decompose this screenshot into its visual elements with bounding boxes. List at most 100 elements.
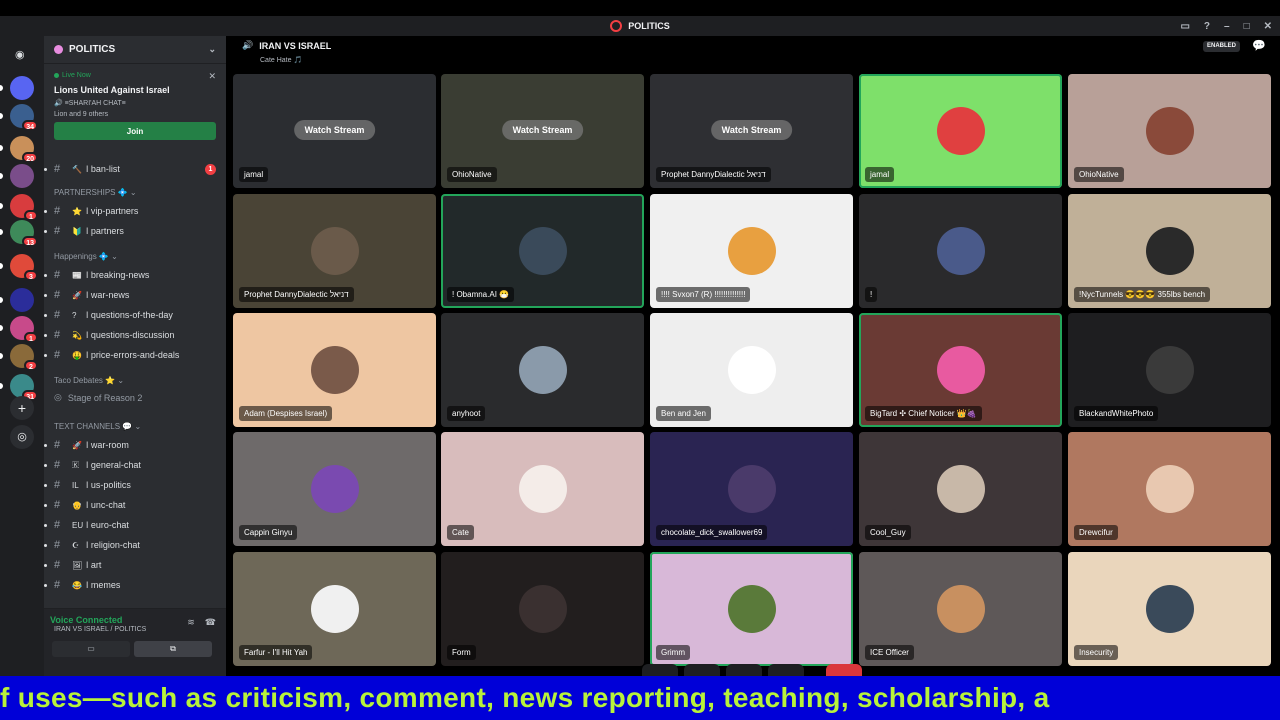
screen-share-button[interactable]: ⧉ [134, 641, 212, 657]
channel-category[interactable]: Taco Debates ⭐ ⌄ [54, 376, 124, 385]
participant-tile[interactable]: Grimm [650, 552, 853, 666]
server-icon-12[interactable]: 31 [10, 374, 38, 401]
watch-stream-button[interactable]: Watch Stream [501, 120, 584, 140]
channel-emoji: 💫 [72, 330, 82, 340]
participant-tile[interactable]: OhioNative [1068, 74, 1271, 188]
channel-euro-chat[interactable]: # EU ǀ euro-chat [44, 516, 226, 534]
participant-tile[interactable]: Prophet DannyDialectic דניאל [233, 194, 436, 308]
participant-tile[interactable]: Form [441, 552, 644, 666]
channel-religion-chat[interactable]: # ☪ ǀ religion-chat [44, 536, 226, 554]
participant-tile[interactable]: !!!! Svxon7 (R) !!!!!!!!!!!!!! [650, 194, 853, 308]
channel-emoji: 🤑 [72, 350, 82, 360]
participant-tile[interactable]: anyhoot [441, 313, 644, 427]
channel-emoji: 🖼 [72, 560, 83, 570]
mic-button[interactable] [642, 664, 678, 676]
participant-tile[interactable]: ICE Officer [859, 552, 1062, 666]
channel-breaking-news[interactable]: # 📰 ǀ breaking-news [44, 266, 226, 284]
channel-memes[interactable]: # 😂 ǀ memes [44, 576, 226, 594]
participant-tile[interactable]: chocolate_dick_swallower69 [650, 432, 853, 546]
minimize-button[interactable]: – [1224, 21, 1230, 32]
enabled-badge[interactable]: ENABLED [1202, 41, 1240, 52]
hashtag-icon: # [54, 539, 61, 551]
share-button[interactable] [726, 664, 762, 676]
participant-tile[interactable]: Watch Stream jamal [233, 74, 436, 188]
chat-icon[interactable]: 💬 [1252, 39, 1266, 52]
participant-name: anyhoot [447, 406, 486, 421]
close-window-button[interactable]: ✕ [1264, 21, 1272, 32]
camera-button[interactable] [684, 664, 720, 676]
participant-tile[interactable]: BlackandWhitePhoto [1068, 313, 1271, 427]
channel-category[interactable]: TEXT CHANNELS 💬 ⌄ [54, 422, 141, 431]
server-icon-7[interactable]: 13 [10, 220, 38, 247]
participant-tile[interactable]: !NycTunnels 😎😎😎 355lbs bench [1068, 194, 1271, 308]
participant-tile[interactable]: Watch Stream OhioNative [441, 74, 644, 188]
unread-dot [44, 483, 47, 487]
participant-name: Adam (Despises Israel) [239, 406, 333, 421]
server-icon-5[interactable] [10, 164, 34, 188]
participant-tile[interactable]: Insecurity [1068, 552, 1271, 666]
participant-tile[interactable]: Farfur - I'll Hit Yah [233, 552, 436, 666]
server-icon-2[interactable] [10, 76, 34, 100]
participant-tile[interactable]: Watch Stream Prophet DannyDialectic דניאל [650, 74, 853, 188]
disconnect-icon[interactable]: ☎ [205, 617, 216, 628]
channel-partners[interactable]: # 🔰 ǀ partners [44, 222, 226, 240]
channel-war-room[interactable]: # 🚀 ǀ war-room [44, 436, 226, 454]
server-icon-9[interactable] [10, 288, 34, 312]
avatar [936, 227, 985, 275]
server-icon-4[interactable]: 20 [10, 136, 38, 163]
watch-stream-button[interactable]: Watch Stream [710, 120, 793, 140]
video-button[interactable]: ▭ [52, 641, 130, 657]
participant-tile[interactable]: jamal [859, 74, 1062, 188]
server-icon-1[interactable]: ◉ [10, 44, 34, 68]
participant-name: !NycTunnels 😎😎😎 355lbs bench [1074, 287, 1211, 302]
add-server-icon[interactable]: + [10, 396, 34, 420]
maximize-button[interactable]: □ [1244, 21, 1250, 32]
explore-icon[interactable]: ◎ [10, 425, 34, 449]
live-event-card: Live Now ✕ Lions United Against Israel 🔊… [50, 68, 220, 146]
participant-tile[interactable]: ! Obamna.AI 😷 [441, 194, 644, 308]
channel-questions-of-the-day[interactable]: #? ǀ questions-of-the-day [44, 306, 226, 324]
channel-emoji: 👴 [72, 500, 82, 510]
participant-tile[interactable]: Ben and Jen [650, 313, 853, 427]
server-icon-8[interactable]: 3 [10, 254, 38, 281]
noise-suppression-icon[interactable]: ≋ [187, 617, 195, 628]
server-icon-3[interactable]: 34 [10, 104, 38, 131]
server-icon-10[interactable]: 1 [10, 316, 38, 343]
server-icon-6[interactable]: 1 [10, 194, 38, 221]
join-button[interactable]: Join [54, 122, 216, 140]
channel-category[interactable]: PARTNERSHIPS 💠 ⌄ [54, 188, 137, 197]
channel-price-errors-and-deals[interactable]: # 🤑 ǀ price-errors-and-deals [44, 346, 226, 364]
participant-tile[interactable]: ! [859, 194, 1062, 308]
leave-call-button[interactable] [826, 664, 862, 676]
inbox-icon[interactable]: ▭ [1180, 21, 1189, 32]
close-icon[interactable]: ✕ [208, 71, 216, 82]
channel-general-chat[interactable]: # 🇰 ǀ general-chat [44, 456, 226, 474]
participant-tile[interactable]: Cappin Ginyu [233, 432, 436, 546]
participant-tile[interactable]: Drewcifur [1068, 432, 1271, 546]
participant-tile[interactable]: BigTard ✣ Chief Noticer 👑🍇 [859, 313, 1062, 427]
avatar [310, 346, 359, 394]
channel-category[interactable]: Happenings 💠 ⌄ [54, 252, 118, 261]
stage-channel[interactable]: ◎ Stage of Reason 2 [54, 392, 142, 403]
server-header[interactable]: POLITICS ⌄ [44, 36, 226, 64]
channel-unc-chat[interactable]: # 👴 ǀ unc-chat [44, 496, 226, 514]
hashtag-icon: # [54, 289, 61, 301]
server-icon-11[interactable]: 2 [10, 344, 38, 371]
participant-tile[interactable]: Adam (Despises Israel) [233, 313, 436, 427]
participant-tile[interactable]: Cate [441, 432, 644, 546]
channel-art[interactable]: # 🖼 ǀ art [44, 556, 226, 574]
participant-name: BigTard ✣ Chief Noticer 👑🍇 [865, 406, 982, 421]
channel-war-news[interactable]: # 🚀 ǀ war-news [44, 286, 226, 304]
activity-button[interactable] [768, 664, 804, 676]
channel-questions-discussion[interactable]: # 💫 ǀ questions-discussion [44, 326, 226, 344]
server-rail: ◉ 34 20 1 13 3 1 2 31 + ◎ [0, 36, 44, 676]
participant-tile[interactable]: Cool_Guy [859, 432, 1062, 546]
watch-stream-button[interactable]: Watch Stream [293, 120, 376, 140]
help-icon[interactable]: ? [1204, 21, 1210, 32]
channel-us-politics[interactable]: # IL ǀ us-politics [44, 476, 226, 494]
channel-vip-partners[interactable]: # ⭐ ǀ vip-partners [44, 202, 226, 220]
participant-name: OhioNative [447, 167, 497, 182]
live-now-label: Live Now [54, 72, 216, 79]
participant-name: jamal [239, 167, 269, 182]
channel-ban-list[interactable]: # 🔨 ǀ ban-list 1 [44, 160, 226, 178]
